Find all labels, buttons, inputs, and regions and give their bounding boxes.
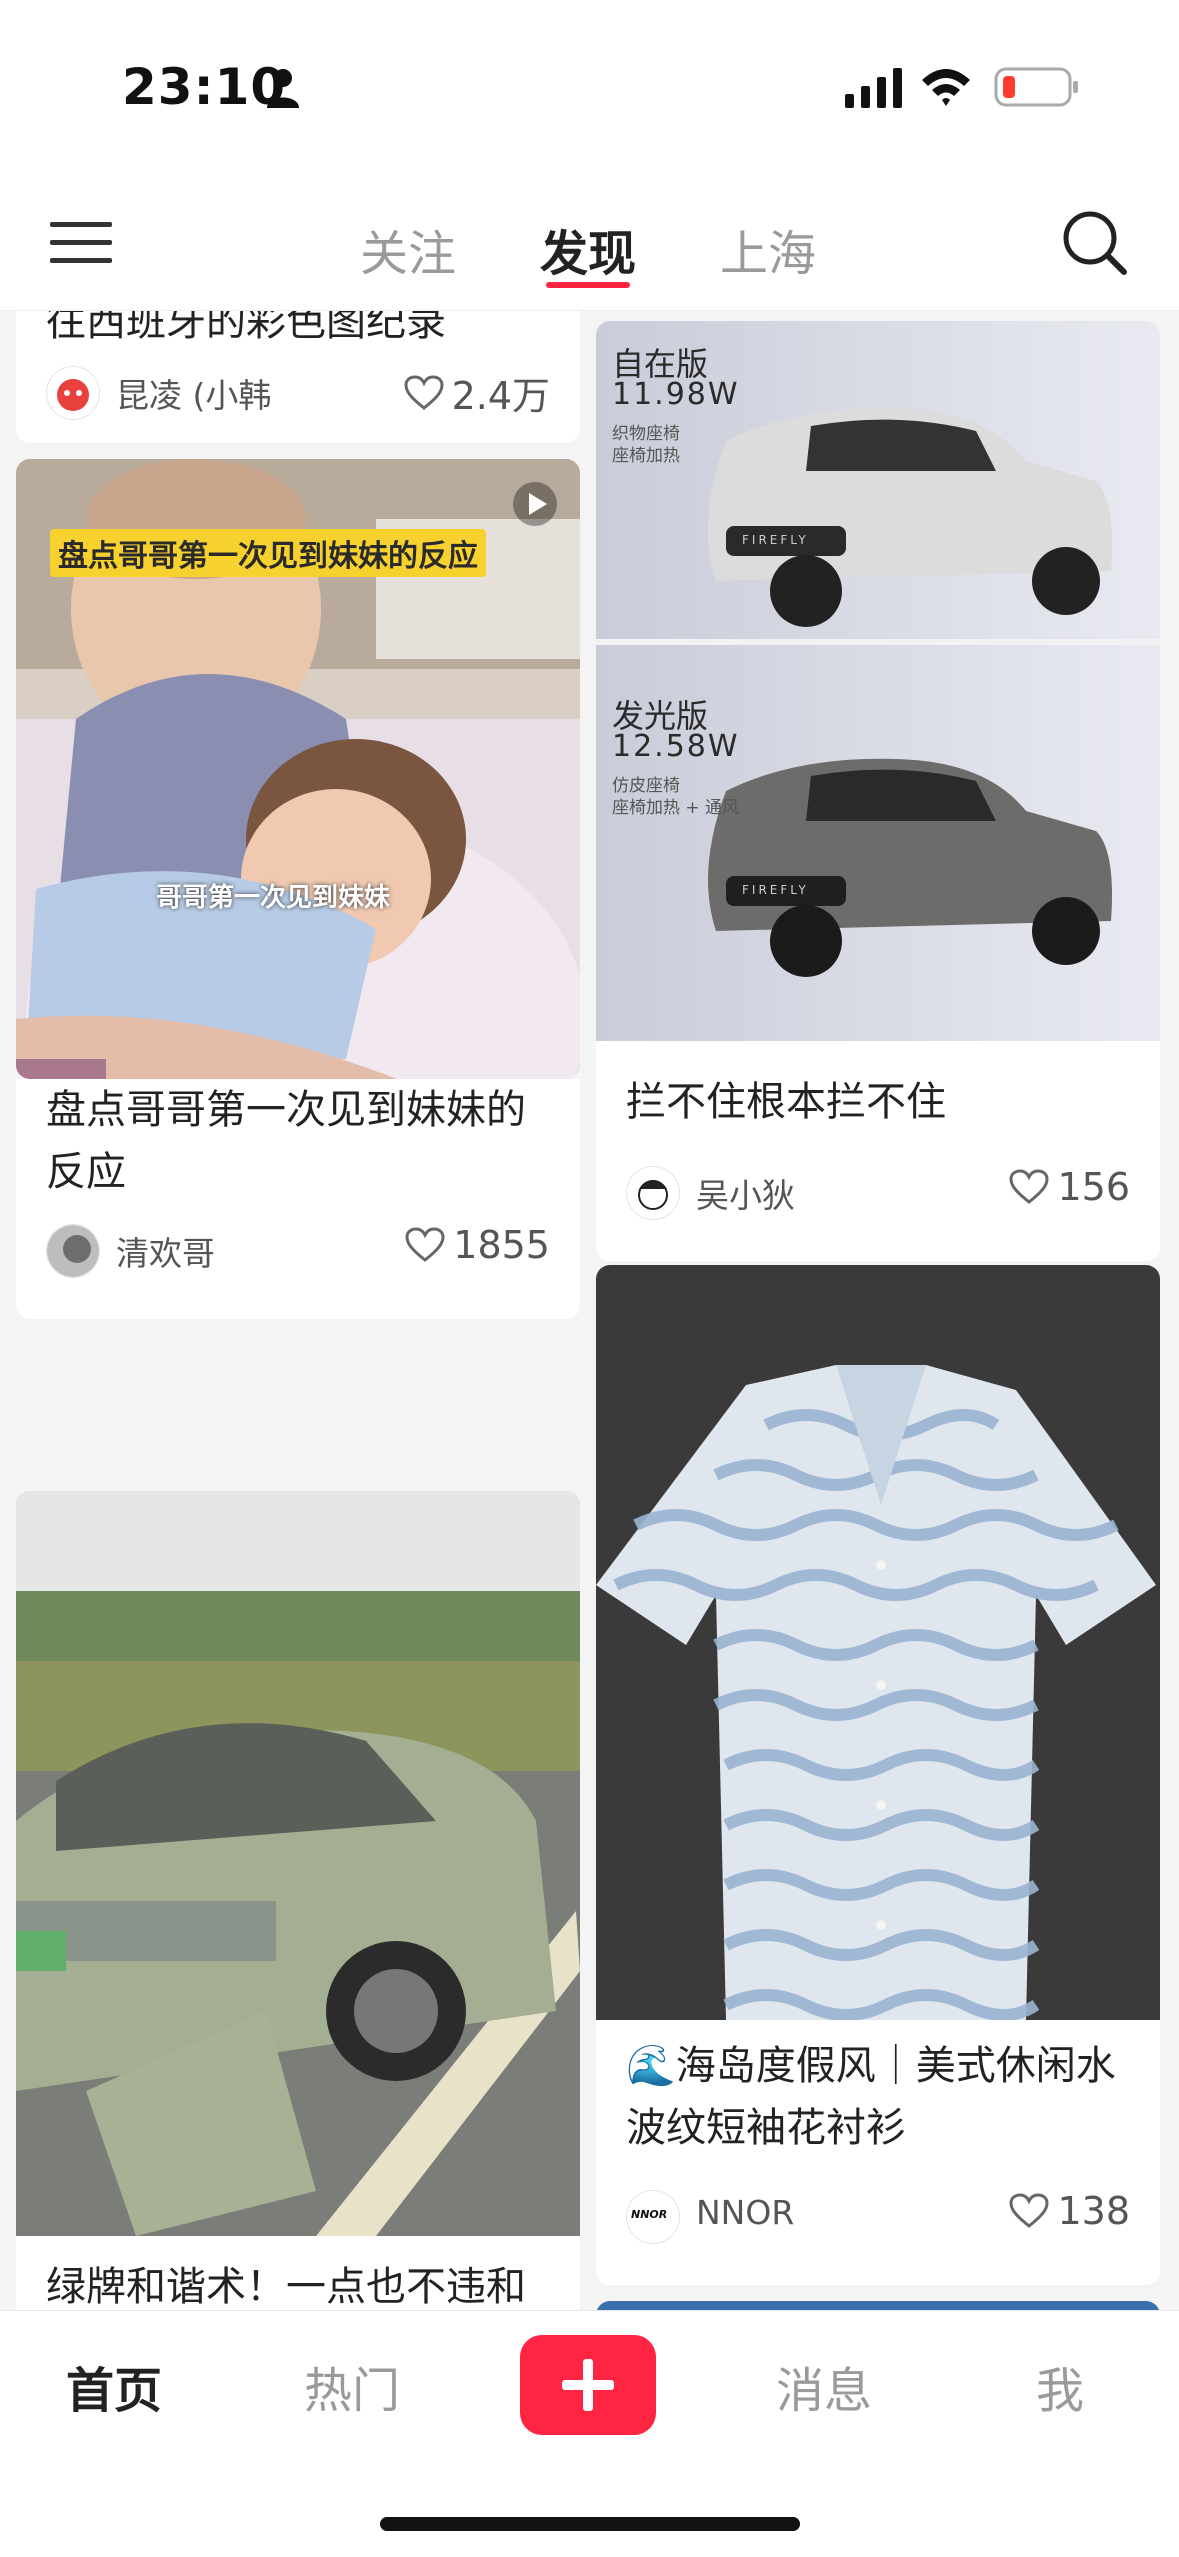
heart-icon[interactable] <box>1009 2193 1049 2229</box>
note-meta: NNOR NNOR 138 <box>626 2185 1130 2245</box>
avatar[interactable]: NNOR <box>626 2190 680 2244</box>
play-icon <box>513 482 557 526</box>
note-card-body[interactable]: 盘点哥哥第一次见到妹妹的反应 清欢哥 1855 <box>16 1079 580 1319</box>
home-indicator <box>380 2517 800 2531</box>
top-nav: 关注 发现 上海 <box>0 170 1179 311</box>
bottom-nav: 首页 热门 消息 我 <box>0 2310 1179 2557</box>
author-name[interactable]: 昆凌 (小韩 <box>116 369 271 417</box>
note-cover-image[interactable]: 自在版 11.98W 织物座椅 座椅加热 FIREFLY 发光版 12.58W … <box>596 321 1160 1041</box>
ad-price-2: 12.58W <box>612 729 740 764</box>
like-number: 138 <box>1057 2189 1130 2233</box>
tab-shanghai[interactable]: 上海 <box>720 214 816 284</box>
person-icon <box>267 69 299 108</box>
avatar[interactable] <box>626 1166 680 1220</box>
ad-feature-1b: 座椅加热 <box>612 446 680 466</box>
nav-me[interactable]: 我 <box>1036 2351 1084 2421</box>
note-card[interactable]: 绿牌和谐术！一点也不违和 <box>16 1491 580 2310</box>
like-count[interactable]: 138 <box>1009 2189 1130 2233</box>
tab-discover[interactable]: 发现 <box>540 214 636 284</box>
note-meta: 昆凌 (小韩 2.4万 <box>46 361 550 421</box>
search-icon[interactable] <box>1060 208 1128 276</box>
note-cover-image[interactable] <box>16 1491 580 2236</box>
video-caption-top: 盘点哥哥第一次见到妹妹的反应 <box>50 529 486 577</box>
note-cover-image[interactable] <box>596 1265 1160 2020</box>
heart-icon[interactable] <box>404 374 444 411</box>
ad-feature-2b: 座椅加热 + 通风 <box>612 798 740 818</box>
like-count[interactable]: 1855 <box>405 1223 550 1267</box>
note-cover-image[interactable] <box>596 2301 1160 2310</box>
menu-icon[interactable] <box>50 220 112 266</box>
note-card[interactable]: 盘点哥哥第一次见到妹妹的反应 哥哥第一次见到妹妹 <box>16 459 580 1079</box>
avatar[interactable] <box>46 1224 100 1278</box>
wifi-icon <box>922 69 970 106</box>
like-number: 156 <box>1057 1165 1130 1209</box>
video-caption-mid: 哥哥第一次见到妹妹 <box>156 883 391 913</box>
author-name[interactable]: NNOR <box>696 2193 794 2232</box>
status-bar: 23:10 <box>0 0 1179 170</box>
publish-button[interactable] <box>520 2335 656 2435</box>
note-meta: 清欢哥 1855 <box>46 1219 550 1279</box>
note-card[interactable] <box>596 2301 1160 2310</box>
note-meta: 吴小狄 156 <box>626 1161 1130 1221</box>
nav-messages[interactable]: 消息 <box>776 2351 872 2421</box>
note-cover-image[interactable]: 盘点哥哥第一次见到妹妹的反应 哥哥第一次见到妹妹 <box>16 459 580 1079</box>
note-title: 盘点哥哥第一次见到妹妹的反应 <box>46 1087 526 1195</box>
author-name[interactable]: 吴小狄 <box>696 1169 795 1217</box>
note-title: 绿牌和谐术！一点也不违和 <box>46 2264 526 2310</box>
note-title: 拦不住根本拦不住 <box>626 1079 946 1125</box>
signal-icon <box>845 68 902 108</box>
nav-home[interactable]: 首页 <box>66 2351 162 2421</box>
avatar-logo-text: NNOR <box>631 2208 668 2221</box>
like-number: 1855 <box>453 1223 550 1267</box>
note-card[interactable]: 往西班牙的彩色图纪录 昆凌 (小韩 2.4万 <box>16 311 580 443</box>
nav-hot[interactable]: 热门 <box>304 2351 400 2421</box>
ad-plate-2: FIREFLY <box>742 883 809 897</box>
battery-icon <box>994 67 1078 107</box>
like-count[interactable]: 2.4万 <box>404 365 550 420</box>
feed: 往西班牙的彩色图纪录 昆凌 (小韩 2.4万 盘点哥哥第一次见到妹妹的反应 哥哥… <box>0 311 1179 2310</box>
note-card[interactable]: 🌊海岛度假风｜美式休闲水波纹短袖花衬衫 NNOR NNOR 138 <box>596 1265 1160 2285</box>
avatar[interactable] <box>46 366 100 420</box>
like-number: 2.4万 <box>451 374 550 418</box>
note-title: 🌊海岛度假风｜美式休闲水波纹短袖花衬衫 <box>626 2043 1116 2151</box>
heart-icon[interactable] <box>405 1227 445 1263</box>
status-time: 23:10 <box>122 58 287 116</box>
author-name[interactable]: 清欢哥 <box>116 1227 215 1275</box>
like-count[interactable]: 156 <box>1009 1165 1130 1209</box>
tab-follow[interactable]: 关注 <box>360 214 456 284</box>
note-title: 往西班牙的彩色图纪录 <box>46 311 446 345</box>
active-tab-indicator <box>546 282 630 288</box>
heart-icon[interactable] <box>1009 1169 1049 1205</box>
ad-price-1: 11.98W <box>612 377 740 412</box>
plus-icon <box>562 2359 614 2411</box>
note-card[interactable]: 自在版 11.98W 织物座椅 座椅加热 FIREFLY 发光版 12.58W … <box>596 321 1160 1261</box>
ad-plate-1: FIREFLY <box>742 533 809 547</box>
